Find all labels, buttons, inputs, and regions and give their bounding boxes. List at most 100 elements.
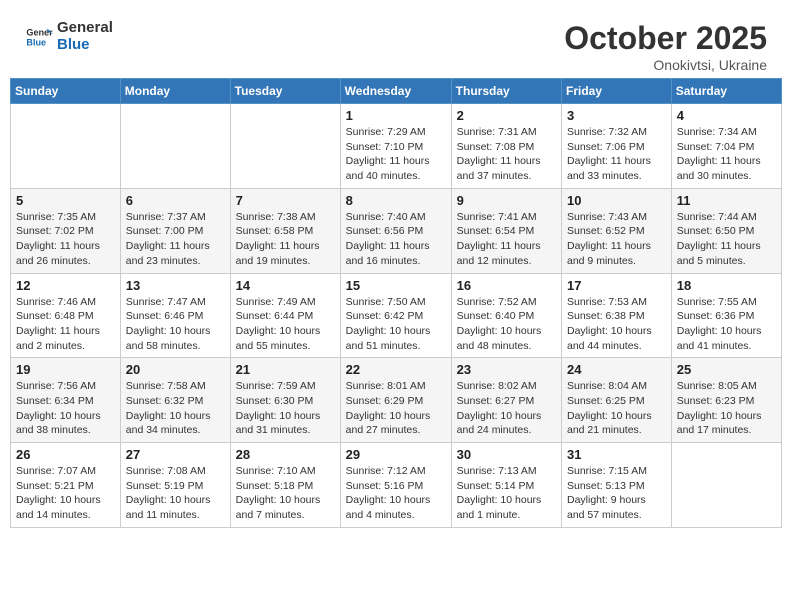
calendar-cell: 6 Sunrise: 7:37 AM Sunset: 7:00 PM Daylig…: [120, 188, 230, 273]
calendar-cell: 3 Sunrise: 7:32 AM Sunset: 7:06 PM Daylig…: [562, 104, 672, 189]
calendar-cell: 12 Sunrise: 7:46 AM Sunset: 6:48 PM Dayli…: [11, 273, 121, 358]
day-info: Sunrise: 8:01 AM Sunset: 6:29 PM Dayligh…: [346, 379, 446, 438]
day-number: 11: [677, 193, 776, 208]
calendar-cell: [671, 443, 781, 528]
calendar-cell: [120, 104, 230, 189]
day-info: Sunrise: 7:59 AM Sunset: 6:30 PM Dayligh…: [236, 379, 335, 438]
day-info: Sunrise: 7:15 AM Sunset: 5:13 PM Dayligh…: [567, 464, 666, 523]
calendar-cell: 17 Sunrise: 7:53 AM Sunset: 6:38 PM Dayli…: [562, 273, 672, 358]
day-number: 12: [16, 278, 115, 293]
calendar-cell: 8 Sunrise: 7:40 AM Sunset: 6:56 PM Daylig…: [340, 188, 451, 273]
week-row-1: 1Sunrise: 7:29 AM Sunset: 7:10 PM Daylig…: [11, 104, 782, 189]
weekday-header-wednesday: Wednesday: [340, 79, 451, 104]
week-row-4: 19 Sunrise: 7:56 AM Sunset: 6:34 PM Dayli…: [11, 358, 782, 443]
calendar-cell: 31 Sunrise: 7:15 AM Sunset: 5:13 PM Dayli…: [562, 443, 672, 528]
day-number: 27: [126, 447, 225, 462]
calendar-cell: 11 Sunrise: 7:44 AM Sunset: 6:50 PM Dayli…: [671, 188, 781, 273]
day-info: Sunrise: 7:53 AM Sunset: 6:38 PM Dayligh…: [567, 295, 666, 354]
calendar-cell: 21 Sunrise: 7:59 AM Sunset: 6:30 PM Dayli…: [230, 358, 340, 443]
calendar-cell: 13 Sunrise: 7:47 AM Sunset: 6:46 PM Dayli…: [120, 273, 230, 358]
day-number: 24: [567, 362, 666, 377]
day-info: Sunrise: 7:07 AM Sunset: 5:21 PM Dayligh…: [16, 464, 115, 523]
day-info: Sunrise: 7:08 AM Sunset: 5:19 PM Dayligh…: [126, 464, 225, 523]
calendar-cell: 29 Sunrise: 7:12 AM Sunset: 5:16 PM Dayli…: [340, 443, 451, 528]
week-row-5: 26 Sunrise: 7:07 AM Sunset: 5:21 PM Dayli…: [11, 443, 782, 528]
day-info: Sunrise: 7:32 AM Sunset: 7:06 PM Dayligh…: [567, 125, 666, 184]
day-info: Sunrise: 7:46 AM Sunset: 6:48 PM Dayligh…: [16, 295, 115, 354]
logo: General Blue General Blue: [25, 20, 113, 53]
day-number: 31: [567, 447, 666, 462]
day-number: 18: [677, 278, 776, 293]
day-number: 6: [126, 193, 225, 208]
calendar-cell: 2 Sunrise: 7:31 AM Sunset: 7:08 PM Daylig…: [451, 104, 561, 189]
calendar-cell: 30 Sunrise: 7:13 AM Sunset: 5:14 PM Dayli…: [451, 443, 561, 528]
day-info: Sunrise: 7:31 AM Sunset: 7:08 PM Dayligh…: [457, 125, 556, 184]
day-number: 3: [567, 108, 666, 123]
calendar-cell: 5 Sunrise: 7:35 AM Sunset: 7:02 PM Daylig…: [11, 188, 121, 273]
logo-text-line2: Blue: [57, 37, 113, 54]
day-number: 7: [236, 193, 335, 208]
day-number: 15: [346, 278, 446, 293]
day-info: Sunrise: 7:52 AM Sunset: 6:40 PM Dayligh…: [457, 295, 556, 354]
calendar-cell: 4Sunrise: 7:34 AM Sunset: 7:04 PM Daylig…: [671, 104, 781, 189]
day-number: 30: [457, 447, 556, 462]
calendar-cell: 19 Sunrise: 7:56 AM Sunset: 6:34 PM Dayli…: [11, 358, 121, 443]
day-info: Sunrise: 7:10 AM Sunset: 5:18 PM Dayligh…: [236, 464, 335, 523]
day-number: 23: [457, 362, 556, 377]
day-info: Sunrise: 7:35 AM Sunset: 7:02 PM Dayligh…: [16, 210, 115, 269]
calendar-cell: 24 Sunrise: 8:04 AM Sunset: 6:25 PM Dayli…: [562, 358, 672, 443]
day-info: Sunrise: 7:37 AM Sunset: 7:00 PM Dayligh…: [126, 210, 225, 269]
day-number: 5: [16, 193, 115, 208]
day-info: Sunrise: 7:38 AM Sunset: 6:58 PM Dayligh…: [236, 210, 335, 269]
weekday-header-thursday: Thursday: [451, 79, 561, 104]
day-number: 9: [457, 193, 556, 208]
day-number: 21: [236, 362, 335, 377]
day-info: Sunrise: 7:47 AM Sunset: 6:46 PM Dayligh…: [126, 295, 225, 354]
logo-text-line1: General: [57, 20, 113, 37]
day-info: Sunrise: 7:44 AM Sunset: 6:50 PM Dayligh…: [677, 210, 776, 269]
day-number: 22: [346, 362, 446, 377]
day-number: 10: [567, 193, 666, 208]
day-number: 13: [126, 278, 225, 293]
calendar-cell: 14 Sunrise: 7:49 AM Sunset: 6:44 PM Dayli…: [230, 273, 340, 358]
calendar-cell: 18Sunrise: 7:55 AM Sunset: 6:36 PM Dayli…: [671, 273, 781, 358]
calendar-cell: 20Sunrise: 7:58 AM Sunset: 6:32 PM Dayli…: [120, 358, 230, 443]
day-info: Sunrise: 7:56 AM Sunset: 6:34 PM Dayligh…: [16, 379, 115, 438]
day-number: 26: [16, 447, 115, 462]
day-info: Sunrise: 8:04 AM Sunset: 6:25 PM Dayligh…: [567, 379, 666, 438]
calendar-cell: [230, 104, 340, 189]
page-header: General Blue General Blue October 2025 O…: [10, 10, 782, 78]
calendar-cell: [11, 104, 121, 189]
calendar-cell: 10 Sunrise: 7:43 AM Sunset: 6:52 PM Dayli…: [562, 188, 672, 273]
day-number: 8: [346, 193, 446, 208]
day-info: Sunrise: 8:02 AM Sunset: 6:27 PM Dayligh…: [457, 379, 556, 438]
svg-text:General: General: [26, 27, 53, 37]
calendar-cell: 7 Sunrise: 7:38 AM Sunset: 6:58 PM Daylig…: [230, 188, 340, 273]
day-number: 16: [457, 278, 556, 293]
day-number: 17: [567, 278, 666, 293]
day-info: Sunrise: 7:13 AM Sunset: 5:14 PM Dayligh…: [457, 464, 556, 523]
calendar-cell: 22 Sunrise: 8:01 AM Sunset: 6:29 PM Dayli…: [340, 358, 451, 443]
calendar-cell: 26 Sunrise: 7:07 AM Sunset: 5:21 PM Dayli…: [11, 443, 121, 528]
calendar-table: SundayMondayTuesdayWednesdayThursdayFrid…: [10, 78, 782, 528]
day-number: 29: [346, 447, 446, 462]
day-info: Sunrise: 7:49 AM Sunset: 6:44 PM Dayligh…: [236, 295, 335, 354]
weekday-header-row: SundayMondayTuesdayWednesdayThursdayFrid…: [11, 79, 782, 104]
day-info: Sunrise: 7:40 AM Sunset: 6:56 PM Dayligh…: [346, 210, 446, 269]
weekday-header-monday: Monday: [120, 79, 230, 104]
day-info: Sunrise: 7:43 AM Sunset: 6:52 PM Dayligh…: [567, 210, 666, 269]
day-number: 1: [346, 108, 446, 123]
location-subtitle: Onokivtsi, Ukraine: [564, 57, 767, 73]
day-info: Sunrise: 7:50 AM Sunset: 6:42 PM Dayligh…: [346, 295, 446, 354]
day-number: 25: [677, 362, 776, 377]
day-info: Sunrise: 7:12 AM Sunset: 5:16 PM Dayligh…: [346, 464, 446, 523]
day-info: Sunrise: 7:58 AM Sunset: 6:32 PM Dayligh…: [126, 379, 225, 438]
calendar-cell: 1Sunrise: 7:29 AM Sunset: 7:10 PM Daylig…: [340, 104, 451, 189]
calendar-cell: 23 Sunrise: 8:02 AM Sunset: 6:27 PM Dayli…: [451, 358, 561, 443]
week-row-2: 5 Sunrise: 7:35 AM Sunset: 7:02 PM Daylig…: [11, 188, 782, 273]
day-number: 14: [236, 278, 335, 293]
day-number: 2: [457, 108, 556, 123]
calendar-cell: 28Sunrise: 7:10 AM Sunset: 5:18 PM Dayli…: [230, 443, 340, 528]
week-row-3: 12 Sunrise: 7:46 AM Sunset: 6:48 PM Dayli…: [11, 273, 782, 358]
day-number: 19: [16, 362, 115, 377]
